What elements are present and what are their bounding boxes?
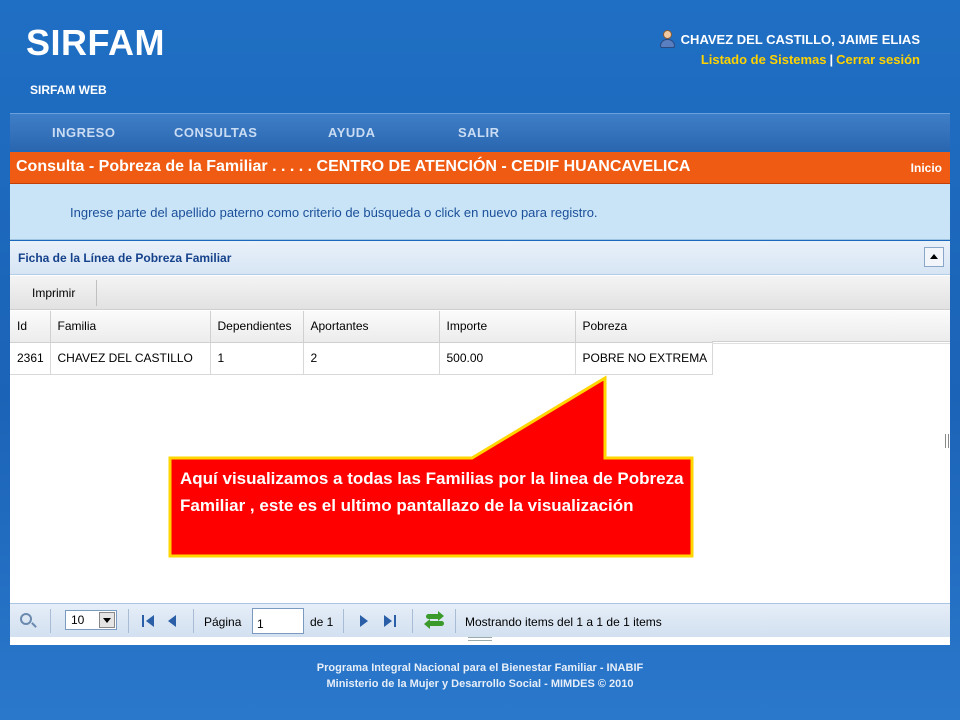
column-header-id[interactable]: Id bbox=[10, 311, 51, 343]
app-logo: SIRFAM bbox=[26, 22, 166, 63]
user-line: CHAVEZ DEL CASTILLO, JAIME ELIAS bbox=[659, 30, 920, 48]
main-nav: INGRESO CONSULTAS AYUDA SALIR bbox=[10, 113, 950, 151]
print-button[interactable]: Imprimir bbox=[32, 286, 75, 300]
chevron-down-icon[interactable] bbox=[99, 612, 115, 628]
app-frame: SIRFAM SIRFAM WEB CHAVEZ DEL CASTILLO, J… bbox=[0, 0, 960, 720]
user-box: CHAVEZ DEL CASTILLO, JAIME ELIAS Listado… bbox=[659, 30, 920, 67]
pager-separator bbox=[50, 609, 51, 633]
link-separator: | bbox=[829, 52, 834, 67]
cell-aportantes: 2 bbox=[303, 342, 440, 375]
last-page-icon[interactable] bbox=[384, 614, 398, 628]
cell-id: 2361 bbox=[10, 342, 51, 375]
user-icon bbox=[659, 30, 675, 48]
callout-text: Aquí visualizamos a todas las Familias p… bbox=[180, 469, 684, 515]
user-links: Listado de Sistemas | Cerrar sesión bbox=[659, 52, 920, 67]
pager-separator bbox=[412, 609, 413, 633]
column-header-pobreza[interactable]: Pobreza bbox=[575, 311, 713, 343]
pager-separator bbox=[455, 609, 456, 633]
nav-item-ayuda[interactable]: AYUDA bbox=[328, 125, 376, 140]
pagination-bar: 10 Página 1 de 1 Mostrando items del 1 a… bbox=[10, 603, 950, 637]
refresh-icon[interactable] bbox=[424, 611, 444, 629]
grid-panel: Ficha de la Línea de Pobreza Familiar Im… bbox=[10, 241, 950, 645]
app-subtitle: SIRFAM WEB bbox=[30, 83, 107, 97]
results-table: Id Familia Dependientes Aportantes Impor… bbox=[10, 311, 713, 375]
pager-separator bbox=[193, 609, 194, 633]
cell-dependientes: 1 bbox=[210, 342, 304, 375]
panel-title: Ficha de la Línea de Pobreza Familiar bbox=[18, 251, 232, 265]
page-title-bar: Consulta - Pobreza de la Familiar . . . … bbox=[10, 152, 950, 184]
info-message: Ingrese parte del apellido paterno como … bbox=[70, 205, 598, 220]
table-row[interactable]: 2361 CHAVEZ DEL CASTILLO 1 2 500.00 POBR… bbox=[10, 342, 713, 375]
user-name: CHAVEZ DEL CASTILLO, JAIME ELIAS bbox=[680, 31, 920, 47]
home-link[interactable]: Inicio bbox=[911, 161, 942, 175]
page-count-label: de 1 bbox=[310, 615, 334, 629]
next-page-icon[interactable] bbox=[360, 614, 374, 628]
footer: Programa Integral Nacional para el Biene… bbox=[0, 660, 960, 692]
table-header-row: Id Familia Dependientes Aportantes Impor… bbox=[10, 311, 713, 343]
page-number-input[interactable]: 1 bbox=[252, 608, 304, 634]
grid-toolbar: Imprimir bbox=[10, 276, 950, 310]
cell-pobreza: POBRE NO EXTREMA bbox=[575, 342, 713, 375]
pager-separator bbox=[343, 609, 344, 633]
page-title: Consulta - Pobreza de la Familiar . . . … bbox=[16, 158, 691, 175]
page-label: Página bbox=[204, 615, 242, 629]
search-icon[interactable] bbox=[20, 613, 32, 625]
scroll-handle[interactable] bbox=[945, 434, 949, 448]
nav-item-ingreso[interactable]: INGRESO bbox=[52, 125, 115, 140]
first-page-icon[interactable] bbox=[142, 614, 156, 628]
info-band: Ingrese parte del apellido paterno como … bbox=[10, 184, 950, 240]
row-filler bbox=[712, 343, 950, 344]
page-size-value: 10 bbox=[71, 613, 85, 627]
cell-familia: CHAVEZ DEL CASTILLO bbox=[50, 342, 211, 375]
logout-link[interactable]: Cerrar sesión bbox=[836, 52, 920, 67]
toolbar-separator bbox=[96, 280, 97, 306]
column-header-familia[interactable]: Familia bbox=[50, 311, 211, 343]
page-size-select[interactable]: 10 bbox=[65, 610, 117, 630]
systems-list-link[interactable]: Listado de Sistemas bbox=[701, 52, 827, 67]
prev-page-icon[interactable] bbox=[168, 614, 182, 628]
resize-grip[interactable] bbox=[468, 637, 492, 641]
pager-status: Mostrando items del 1 a 1 de 1 items bbox=[465, 615, 662, 629]
pager-separator bbox=[128, 609, 129, 633]
nav-item-consultas[interactable]: CONSULTAS bbox=[174, 125, 257, 140]
footer-line-1: Programa Integral Nacional para el Biene… bbox=[316, 662, 644, 674]
cell-importe: 500.00 bbox=[439, 342, 576, 375]
column-header-aportantes[interactable]: Aportantes bbox=[303, 311, 440, 343]
column-header-importe[interactable]: Importe bbox=[439, 311, 576, 343]
footer-line-2: Ministerio de la Mujer y Desarrollo Soci… bbox=[326, 678, 634, 690]
panel-header: Ficha de la Línea de Pobreza Familiar bbox=[10, 241, 950, 275]
header-filler bbox=[712, 311, 950, 342]
nav-item-salir[interactable]: SALIR bbox=[458, 125, 500, 140]
collapse-button[interactable] bbox=[924, 247, 944, 267]
column-header-dependientes[interactable]: Dependientes bbox=[210, 311, 304, 343]
